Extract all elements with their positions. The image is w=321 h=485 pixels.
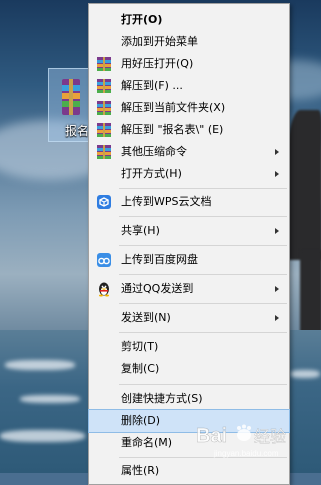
menu-separator bbox=[119, 216, 287, 217]
menu-item-label: 解压到当前文件夹(X) bbox=[121, 101, 226, 114]
submenu-arrow-icon bbox=[275, 315, 279, 321]
context-menu: 打开(O) 添加到开始菜单 用好压打开(Q) 解压到(F) ... 解压到当前文… bbox=[88, 3, 290, 485]
menu-item-extract-to[interactable]: 解压到(F) ... bbox=[89, 75, 289, 97]
menu-item-label: 属性(R) bbox=[121, 464, 160, 477]
submenu-arrow-icon bbox=[275, 228, 279, 234]
menu-item-label: 打开(O) bbox=[121, 13, 163, 26]
baidu-netdisk-icon bbox=[97, 253, 111, 267]
menu-separator bbox=[119, 384, 287, 385]
menu-item-label: 发送到(N) bbox=[121, 311, 171, 324]
qq-penguin-icon bbox=[99, 282, 109, 297]
submenu-arrow-icon bbox=[275, 286, 279, 292]
menu-item-label: 解压到 "报名表\" (E) bbox=[121, 123, 224, 136]
menu-item-share[interactable]: 共享(H) bbox=[89, 220, 289, 242]
haozip-icon bbox=[97, 79, 111, 93]
menu-item-send-to[interactable]: 发送到(N) bbox=[89, 307, 289, 329]
rar-archive-icon bbox=[62, 79, 80, 115]
menu-item-label: 共享(H) bbox=[121, 224, 160, 237]
menu-item-label: 创建快捷方式(S) bbox=[121, 392, 203, 405]
menu-item-upload-wps[interactable]: 上传到WPS云文档 bbox=[89, 191, 289, 213]
menu-item-label: 解压到(F) ... bbox=[121, 79, 183, 92]
menu-separator bbox=[119, 245, 287, 246]
menu-item-open-with-haozip[interactable]: 用好压打开(Q) bbox=[89, 53, 289, 75]
wps-cloud-icon bbox=[97, 195, 111, 209]
desktop-file-label: 报名 bbox=[65, 124, 90, 138]
menu-item-label: 上传到百度网盘 bbox=[121, 253, 198, 266]
haozip-icon bbox=[97, 145, 111, 159]
menu-item-label: 上传到WPS云文档 bbox=[121, 195, 212, 208]
svg-text:经验: 经验 bbox=[254, 427, 286, 446]
menu-item-label: 打开方式(H) bbox=[121, 167, 182, 180]
menu-item-extract-to-folder[interactable]: 解压到 "报名表\" (E) bbox=[89, 119, 289, 141]
menu-separator bbox=[119, 303, 287, 304]
menu-item-label: 剪切(T) bbox=[121, 340, 159, 353]
submenu-arrow-icon bbox=[275, 171, 279, 177]
menu-item-cut[interactable]: 剪切(T) bbox=[89, 336, 289, 358]
menu-item-upload-baidu[interactable]: 上传到百度网盘 bbox=[89, 249, 289, 271]
haozip-icon bbox=[97, 101, 111, 115]
menu-item-label: 添加到开始菜单 bbox=[121, 35, 198, 48]
haozip-icon bbox=[97, 57, 111, 71]
baidu-jingyan-watermark: Bai 经验 jingyan.baidu.com bbox=[196, 424, 286, 458]
menu-item-properties[interactable]: 属性(R) bbox=[89, 460, 289, 482]
menu-item-label: 重命名(M) bbox=[121, 436, 173, 449]
menu-separator bbox=[119, 188, 287, 189]
menu-item-label: 复制(C) bbox=[121, 362, 160, 375]
menu-item-add-to-start[interactable]: 添加到开始菜单 bbox=[89, 31, 289, 53]
menu-item-label: 通过QQ发送到 bbox=[121, 282, 194, 295]
svg-text:Bai: Bai bbox=[196, 425, 227, 447]
menu-item-copy[interactable]: 复制(C) bbox=[89, 358, 289, 380]
menu-item-other-compress[interactable]: 其他压缩命令 bbox=[89, 141, 289, 163]
menu-item-send-via-qq[interactable]: 通过QQ发送到 bbox=[89, 278, 289, 300]
menu-item-label: 其他压缩命令 bbox=[121, 145, 187, 158]
haozip-icon bbox=[97, 123, 111, 137]
menu-item-label: 删除(D) bbox=[121, 414, 161, 427]
menu-separator bbox=[119, 332, 287, 333]
svg-text:jingyan.baidu.com: jingyan.baidu.com bbox=[213, 449, 279, 458]
menu-item-create-shortcut[interactable]: 创建快捷方式(S) bbox=[89, 388, 289, 410]
menu-item-extract-here[interactable]: 解压到当前文件夹(X) bbox=[89, 97, 289, 119]
menu-item-label: 用好压打开(Q) bbox=[121, 57, 194, 70]
submenu-arrow-icon bbox=[275, 149, 279, 155]
menu-item-open-with[interactable]: 打开方式(H) bbox=[89, 163, 289, 185]
menu-item-open[interactable]: 打开(O) bbox=[89, 9, 289, 31]
desktop-file-icon[interactable]: 报名 bbox=[48, 68, 93, 142]
menu-separator bbox=[119, 274, 287, 275]
